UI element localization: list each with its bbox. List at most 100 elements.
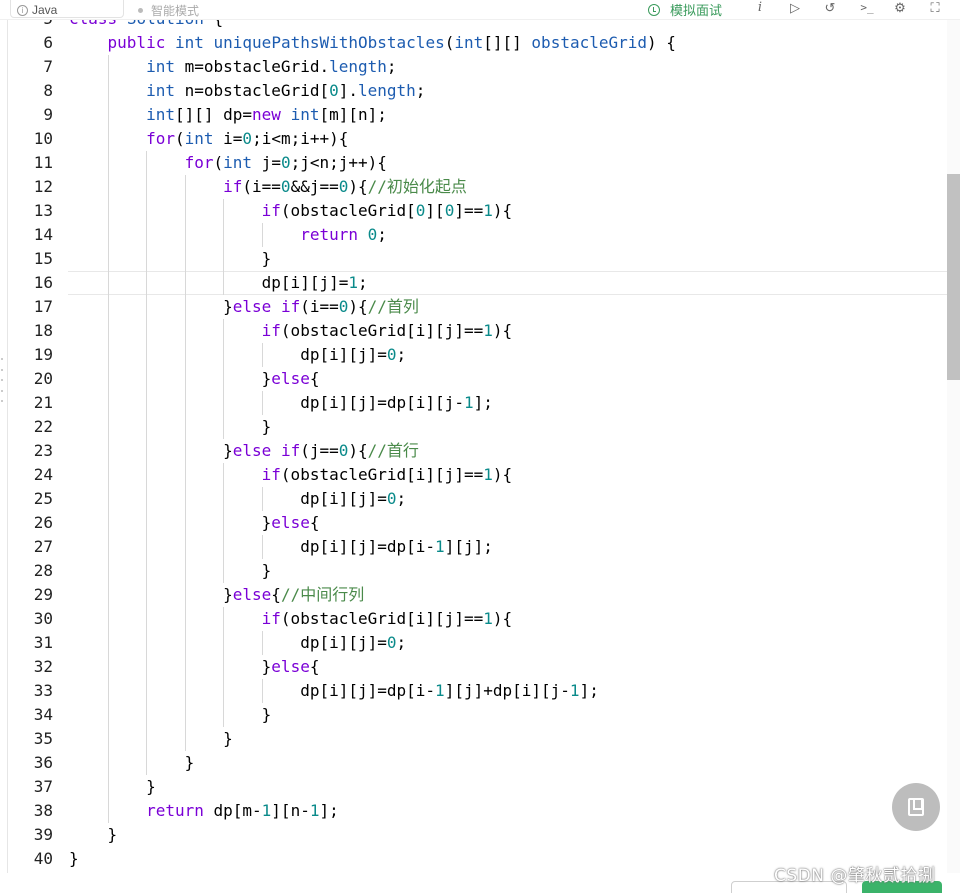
- line-number: 36: [33, 753, 53, 772]
- code-line[interactable]: 14 return 0;: [8, 223, 947, 247]
- code-text: }else if(i==0){//首列: [69, 297, 419, 316]
- code-line[interactable]: 38 return dp[m-1][n-1];: [8, 799, 947, 823]
- code-text: }: [69, 417, 272, 436]
- language-select[interactable]: i Java: [10, 0, 124, 18]
- code-text: }: [69, 561, 272, 580]
- indent-guide: [261, 223, 263, 247]
- code-line[interactable]: 26 }else{: [8, 511, 947, 535]
- language-label: Java: [32, 3, 58, 17]
- code-line[interactable]: 12 if(i==0&&j==0){//初始化起点: [8, 175, 947, 199]
- code-line[interactable]: 39 }: [8, 823, 947, 847]
- terminal-icon[interactable]: >_: [857, 0, 877, 16]
- code-line[interactable]: 16 dp[i][j]=1;: [8, 271, 947, 295]
- line-number: 5: [8, 20, 53, 31]
- code-line[interactable]: 21 dp[i][j]=dp[i][j-1];: [8, 391, 947, 415]
- code-line[interactable]: 33 dp[i][j]=dp[i-1][j]+dp[i][j-1];: [8, 679, 947, 703]
- code-line[interactable]: 17 }else if(i==0){//首列: [8, 295, 947, 319]
- code-line[interactable]: 11 for(int j=0;j<n;j++){: [8, 151, 947, 175]
- line-number: 39: [33, 825, 53, 844]
- code-line[interactable]: 30 if(obstacleGrid[i][j]==1){: [8, 607, 947, 631]
- code-line[interactable]: 29 }else{//中间行列: [8, 583, 947, 607]
- code-line[interactable]: 10 for(int i=0;i<m;i++){: [8, 127, 947, 151]
- info-icon[interactable]: i: [752, 0, 768, 16]
- code-text: return 0;: [300, 225, 387, 244]
- line-number: 26: [33, 513, 53, 532]
- code-text: dp[i][j]=0;: [69, 633, 407, 652]
- code-text: if(obstacleGrid[i][j]==1){: [261, 465, 513, 484]
- code-line[interactable]: 15 }: [8, 247, 947, 271]
- code-text: int n=obstacleGrid[0].length;: [146, 81, 426, 100]
- code-line[interactable]: 34 }: [8, 703, 947, 727]
- indent-guide: [223, 199, 225, 295]
- code-line[interactable]: 9 int[][] dp=new int[m][n];: [8, 103, 947, 127]
- line-number: 11: [33, 153, 53, 172]
- line-number: 35: [33, 729, 53, 748]
- code-line[interactable]: 13 if(obstacleGrid[0][0]==1){: [8, 199, 947, 223]
- code-text: }: [69, 705, 272, 724]
- line-number: 14: [33, 225, 53, 244]
- indent-guide: [261, 487, 263, 511]
- code-line[interactable]: 19 dp[i][j]=0;: [8, 343, 947, 367]
- code-line[interactable]: 31 dp[i][j]=0;: [8, 631, 947, 655]
- smart-mode-toggle[interactable]: 智能模式: [138, 2, 199, 19]
- code-line[interactable]: 32 }else{: [8, 655, 947, 679]
- code-line[interactable]: 23 }else if(j==0){//首行: [8, 439, 947, 463]
- indent-guide: [261, 343, 263, 367]
- line-number: 16: [33, 273, 53, 292]
- code-text: return dp[m-1][n-1];: [146, 801, 339, 820]
- code-line[interactable]: 25 dp[i][j]=0;: [8, 487, 947, 511]
- code-text: }: [69, 729, 233, 748]
- line-number: 28: [33, 561, 53, 580]
- code-text: dp[i][j]=1;: [69, 273, 368, 292]
- line-number: 21: [33, 393, 53, 412]
- reset-icon[interactable]: ↺: [822, 0, 838, 16]
- code-line[interactable]: 27 dp[i][j]=dp[i-1][j];: [8, 535, 947, 559]
- code-line[interactable]: 6 public int uniquePathsWithObstacles(in…: [8, 31, 947, 55]
- indent-guide: [146, 151, 148, 775]
- line-number: 33: [33, 681, 53, 700]
- code-line[interactable]: 37 }: [8, 775, 947, 799]
- code-text: for(int j=0;j<n;j++){: [184, 153, 387, 172]
- line-number: 15: [33, 249, 53, 268]
- fullscreen-icon[interactable]: ⛶: [927, 0, 943, 16]
- code-line[interactable]: 36 }: [8, 751, 947, 775]
- line-number: 34: [33, 705, 53, 724]
- code-line[interactable]: 5 class Solution {: [8, 20, 947, 31]
- code-line[interactable]: 8 int n=obstacleGrid[0].length;: [8, 79, 947, 103]
- line-number: 25: [33, 489, 53, 508]
- line-number: 9: [43, 105, 53, 124]
- mock-interview-label: 模拟面试: [670, 3, 723, 18]
- scrollbar-thumb[interactable]: [947, 174, 960, 380]
- indent-guide: [261, 679, 263, 703]
- code-text: dp[i][j]=dp[i-1][j];: [69, 537, 493, 556]
- info-circle-icon: i: [17, 4, 28, 16]
- code-line[interactable]: 24 if(obstacleGrid[i][j]==1){: [8, 463, 947, 487]
- code-line[interactable]: 18 if(obstacleGrid[i][j]==1){: [8, 319, 947, 343]
- code-editor[interactable]: 5 class Solution {6 public int uniquePath…: [7, 20, 948, 873]
- run-icon[interactable]: ▷: [787, 0, 803, 16]
- notes-button[interactable]: [892, 783, 940, 831]
- line-number: 19: [33, 345, 53, 364]
- code-text: }else if(j==0){//首行: [69, 441, 419, 460]
- code-text: class Solution {: [69, 20, 223, 31]
- code-line[interactable]: 22 }: [8, 415, 947, 439]
- line-number: 30: [33, 609, 53, 628]
- code-text: }: [69, 825, 118, 844]
- code-text: dp[i][j]=dp[i][j-1];: [69, 393, 493, 412]
- code-line[interactable]: 20 }else{: [8, 367, 947, 391]
- code-line[interactable]: 7 int m=obstacleGrid.length;: [8, 55, 947, 79]
- code-line[interactable]: 35 }: [8, 727, 947, 751]
- code-line[interactable]: 28 }: [8, 559, 947, 583]
- code-text: for(int i=0;i<m;i++){: [146, 129, 349, 148]
- settings-icon[interactable]: ⚙: [892, 0, 908, 16]
- code-text: dp[i][j]=0;: [69, 345, 407, 364]
- indent-guide: [261, 535, 263, 559]
- scrollbar-track[interactable]: [947, 20, 960, 873]
- status-dot-icon: [138, 8, 143, 13]
- code-text: }else{//中间行列: [69, 585, 365, 604]
- panel-drag-handle[interactable]: [0, 358, 4, 402]
- line-number: 13: [33, 201, 53, 220]
- code-text: int m=obstacleGrid.length;: [146, 57, 397, 76]
- mock-interview-button[interactable]: 模拟面试: [648, 0, 722, 19]
- line-number: 40: [33, 849, 53, 868]
